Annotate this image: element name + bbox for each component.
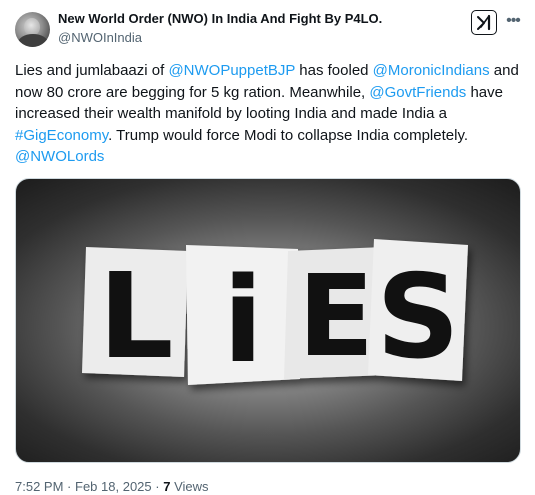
hashtag-link[interactable]: #GigEconomy <box>15 127 108 144</box>
post-text: Lies and jumlabaazi of @NWOPuppetBJP has… <box>15 60 520 168</box>
mention-link[interactable]: @NWOLords <box>15 148 104 165</box>
more-options-button[interactable]: ••• <box>503 12 523 32</box>
post-text-segment: Lies and jumlabaazi of <box>15 62 169 79</box>
meta-separator-2: · <box>155 479 160 494</box>
post-time[interactable]: 7:52 PM <box>15 479 63 494</box>
letter-card-3-text: E <box>298 252 375 382</box>
letter-card-1-text: L <box>98 247 173 385</box>
views-label: Views <box>174 479 209 494</box>
author-handle[interactable]: @NWOInIndia <box>58 30 142 45</box>
lies-letters-illustration: L i E S <box>82 239 468 389</box>
post-date[interactable]: Feb 18, 2025 <box>75 479 152 494</box>
mention-link[interactable]: @GovtFriends <box>369 84 466 101</box>
post-image[interactable]: L i E S <box>15 178 521 463</box>
letter-card-4-text: S <box>376 250 460 385</box>
avatar-shoulders <box>18 34 48 47</box>
post-text-segment: . Trump would force Modi to collapse Ind… <box>108 126 468 144</box>
more-horizontal-icon: ••• <box>506 12 521 29</box>
author-name[interactable]: New World Order (NWO) In India And Fight… <box>58 11 382 26</box>
tweet-card: New World Order (NWO) In India And Fight… <box>0 0 535 495</box>
views-count: 7 <box>163 479 171 494</box>
grok-icon <box>477 14 491 31</box>
avatar[interactable] <box>15 12 50 47</box>
grok-button[interactable] <box>471 10 497 35</box>
letter-card-2-text: i <box>223 251 263 389</box>
mention-link[interactable]: @NWOPuppetBJP <box>168 62 295 79</box>
mention-link[interactable]: @MoronicIndians <box>373 62 490 79</box>
post-meta: 7:52 PM · Feb 18, 2025 · 7 Views <box>15 479 209 494</box>
post-text-segment: has fooled <box>295 62 373 79</box>
meta-separator: · <box>67 479 72 494</box>
